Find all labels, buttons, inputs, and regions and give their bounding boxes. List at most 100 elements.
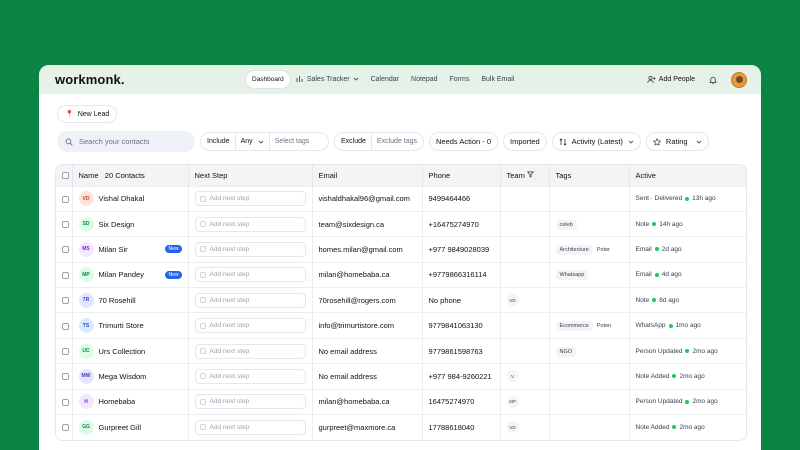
tags-cell[interactable]: Ecommerce Poten bbox=[549, 312, 630, 339]
team-cell[interactable]: VD bbox=[500, 414, 550, 440]
include-tags-filter[interactable]: Include Any Select tags bbox=[200, 132, 329, 151]
next-step-checkbox[interactable] bbox=[199, 424, 206, 431]
include-tags-input[interactable]: Select tags bbox=[275, 138, 310, 145]
tags-cell[interactable] bbox=[549, 388, 630, 415]
next-step-input[interactable]: Add next step bbox=[194, 368, 306, 384]
name-cell[interactable]: H Homebaba bbox=[72, 388, 189, 415]
include-any-select[interactable]: Any bbox=[241, 138, 253, 145]
name-cell[interactable]: UC Urs Collection bbox=[72, 337, 189, 364]
next-step-input[interactable]: Add next step bbox=[194, 292, 306, 308]
phone-cell[interactable]: +16475274970 bbox=[422, 210, 501, 237]
tag-chip[interactable]: Whatsapp bbox=[555, 270, 589, 281]
name-cell[interactable]: 7R 70 Rosehill bbox=[72, 287, 189, 313]
search-input[interactable]: Search your contacts bbox=[57, 131, 195, 152]
phone-cell[interactable]: 9779861598763 bbox=[422, 337, 501, 364]
new-lead-button[interactable]: 📍 New Lead bbox=[57, 105, 118, 123]
next-step-checkbox[interactable] bbox=[199, 246, 206, 253]
tag-chip[interactable]: Architecture bbox=[555, 244, 593, 255]
next-step-checkbox[interactable] bbox=[199, 398, 206, 405]
user-avatar[interactable] bbox=[731, 71, 747, 88]
next-step-input[interactable]: Add next step bbox=[194, 241, 306, 257]
phone-cell[interactable]: No phone bbox=[422, 287, 501, 313]
next-step-input[interactable]: Add next step bbox=[194, 318, 306, 334]
name-cell[interactable]: SD Six Design bbox=[72, 210, 189, 237]
nav-sales-tracker[interactable]: Sales Tracker bbox=[290, 70, 365, 88]
tags-cell[interactable]: celeb bbox=[549, 210, 630, 237]
contact-name[interactable]: Milan Sir bbox=[99, 245, 128, 254]
header-phone[interactable]: Phone bbox=[422, 165, 501, 186]
email-cell[interactable]: No email address bbox=[312, 337, 423, 364]
phone-cell[interactable]: +977 984-9260221 bbox=[422, 363, 501, 390]
sort-select[interactable]: Activity (Latest) bbox=[551, 132, 641, 151]
rating-select[interactable]: Rating bbox=[645, 132, 709, 151]
team-cell[interactable] bbox=[500, 312, 550, 339]
row-checkbox[interactable] bbox=[62, 398, 69, 406]
table-row[interactable]: MS Milan Sir New Add next step homes.mil… bbox=[56, 236, 746, 263]
contact-name[interactable]: 70 Rosehill bbox=[99, 296, 136, 305]
next-step-checkbox[interactable] bbox=[199, 297, 206, 304]
email-cell[interactable]: team@sixdesign.ca bbox=[312, 210, 423, 237]
next-step-input[interactable]: Add next step bbox=[194, 191, 306, 207]
row-checkbox[interactable] bbox=[62, 348, 69, 356]
header-active[interactable]: Active bbox=[629, 165, 746, 186]
tag-chip[interactable]: NGO bbox=[555, 346, 577, 357]
next-step-input[interactable]: Add next step bbox=[194, 343, 306, 359]
row-checkbox[interactable] bbox=[62, 246, 69, 254]
tag-chip[interactable]: Ecommerce bbox=[555, 321, 593, 332]
header-tags[interactable]: Tags bbox=[549, 165, 630, 186]
contact-name[interactable]: Trimurti Store bbox=[99, 321, 144, 330]
nav-forms[interactable]: Forms bbox=[444, 71, 476, 88]
next-step-input[interactable]: Add next step bbox=[194, 267, 306, 283]
exclude-tags-input[interactable]: Exclude tags bbox=[377, 138, 417, 145]
contact-name[interactable]: Milan Pandey bbox=[99, 270, 144, 279]
exclude-tags-filter[interactable]: Exclude Exclude tags bbox=[334, 132, 424, 151]
next-step-checkbox[interactable] bbox=[199, 221, 206, 228]
table-row[interactable]: MP Milan Pandey New Add next step milan@… bbox=[56, 261, 746, 288]
next-step-checkbox[interactable] bbox=[199, 373, 206, 380]
team-cell[interactable] bbox=[500, 185, 550, 212]
next-step-checkbox[interactable] bbox=[199, 322, 206, 329]
tags-cell[interactable]: NGO bbox=[549, 337, 630, 364]
nav-dashboard[interactable]: Dashboard bbox=[246, 70, 290, 88]
needs-action-button[interactable]: Needs Action - 0 bbox=[429, 132, 499, 151]
header-team[interactable]: Team bbox=[500, 165, 550, 186]
name-cell[interactable]: TS Trimurti Store bbox=[72, 312, 189, 339]
header-email[interactable]: Email bbox=[312, 165, 423, 186]
name-cell[interactable]: MW Mega Wisdom bbox=[72, 363, 189, 390]
table-row[interactable]: H Homebaba Add next step milan@homebaba.… bbox=[56, 388, 746, 415]
email-cell[interactable]: vishaldhakal96@gmail.com bbox=[312, 185, 423, 212]
contact-name[interactable]: Urs Collection bbox=[99, 347, 146, 356]
table-row[interactable]: 7R 70 Rosehill Add next step 70rosehill@… bbox=[56, 287, 746, 313]
team-cell[interactable]: MP bbox=[500, 388, 550, 415]
row-checkbox[interactable] bbox=[62, 271, 69, 279]
row-checkbox[interactable] bbox=[62, 195, 69, 203]
imported-button[interactable]: Imported bbox=[503, 132, 547, 151]
name-cell[interactable]: MP Milan Pandey New bbox=[72, 261, 189, 288]
row-checkbox[interactable] bbox=[62, 424, 69, 432]
tags-cell[interactable] bbox=[549, 414, 630, 440]
nav-notepad[interactable]: Notepad bbox=[405, 71, 443, 88]
tags-cell[interactable] bbox=[549, 185, 630, 212]
tag-chip[interactable]: Poten bbox=[597, 323, 611, 329]
next-step-checkbox[interactable] bbox=[199, 271, 206, 278]
email-cell[interactable]: 70rosehill@rogers.com bbox=[312, 287, 423, 313]
next-step-checkbox[interactable] bbox=[199, 195, 206, 202]
row-checkbox[interactable] bbox=[62, 297, 69, 305]
tag-chip[interactable]: celeb bbox=[555, 219, 577, 230]
tag-chip[interactable]: Poter bbox=[597, 247, 610, 253]
table-row[interactable]: TS Trimurti Store Add next step info@tri… bbox=[56, 312, 746, 339]
row-checkbox[interactable] bbox=[62, 322, 69, 330]
tags-cell[interactable] bbox=[549, 287, 630, 313]
contact-name[interactable]: Six Design bbox=[99, 220, 135, 229]
table-row[interactable]: MW Mega Wisdom Add next step No email ad… bbox=[56, 363, 746, 390]
email-cell[interactable]: homes.milan@gmail.com bbox=[312, 236, 423, 263]
phone-cell[interactable]: 9499464466 bbox=[422, 185, 501, 212]
next-step-input[interactable]: Add next step bbox=[194, 419, 306, 435]
team-cell[interactable] bbox=[500, 261, 550, 288]
name-cell[interactable]: VD Vishal Dhakal bbox=[72, 185, 189, 212]
contact-name[interactable]: Mega Wisdom bbox=[99, 372, 147, 381]
tags-cell[interactable] bbox=[549, 363, 630, 390]
team-cell[interactable]: V bbox=[500, 363, 550, 390]
phone-cell[interactable]: +9779866316114 bbox=[422, 261, 501, 288]
email-cell[interactable]: No email address bbox=[312, 363, 423, 390]
